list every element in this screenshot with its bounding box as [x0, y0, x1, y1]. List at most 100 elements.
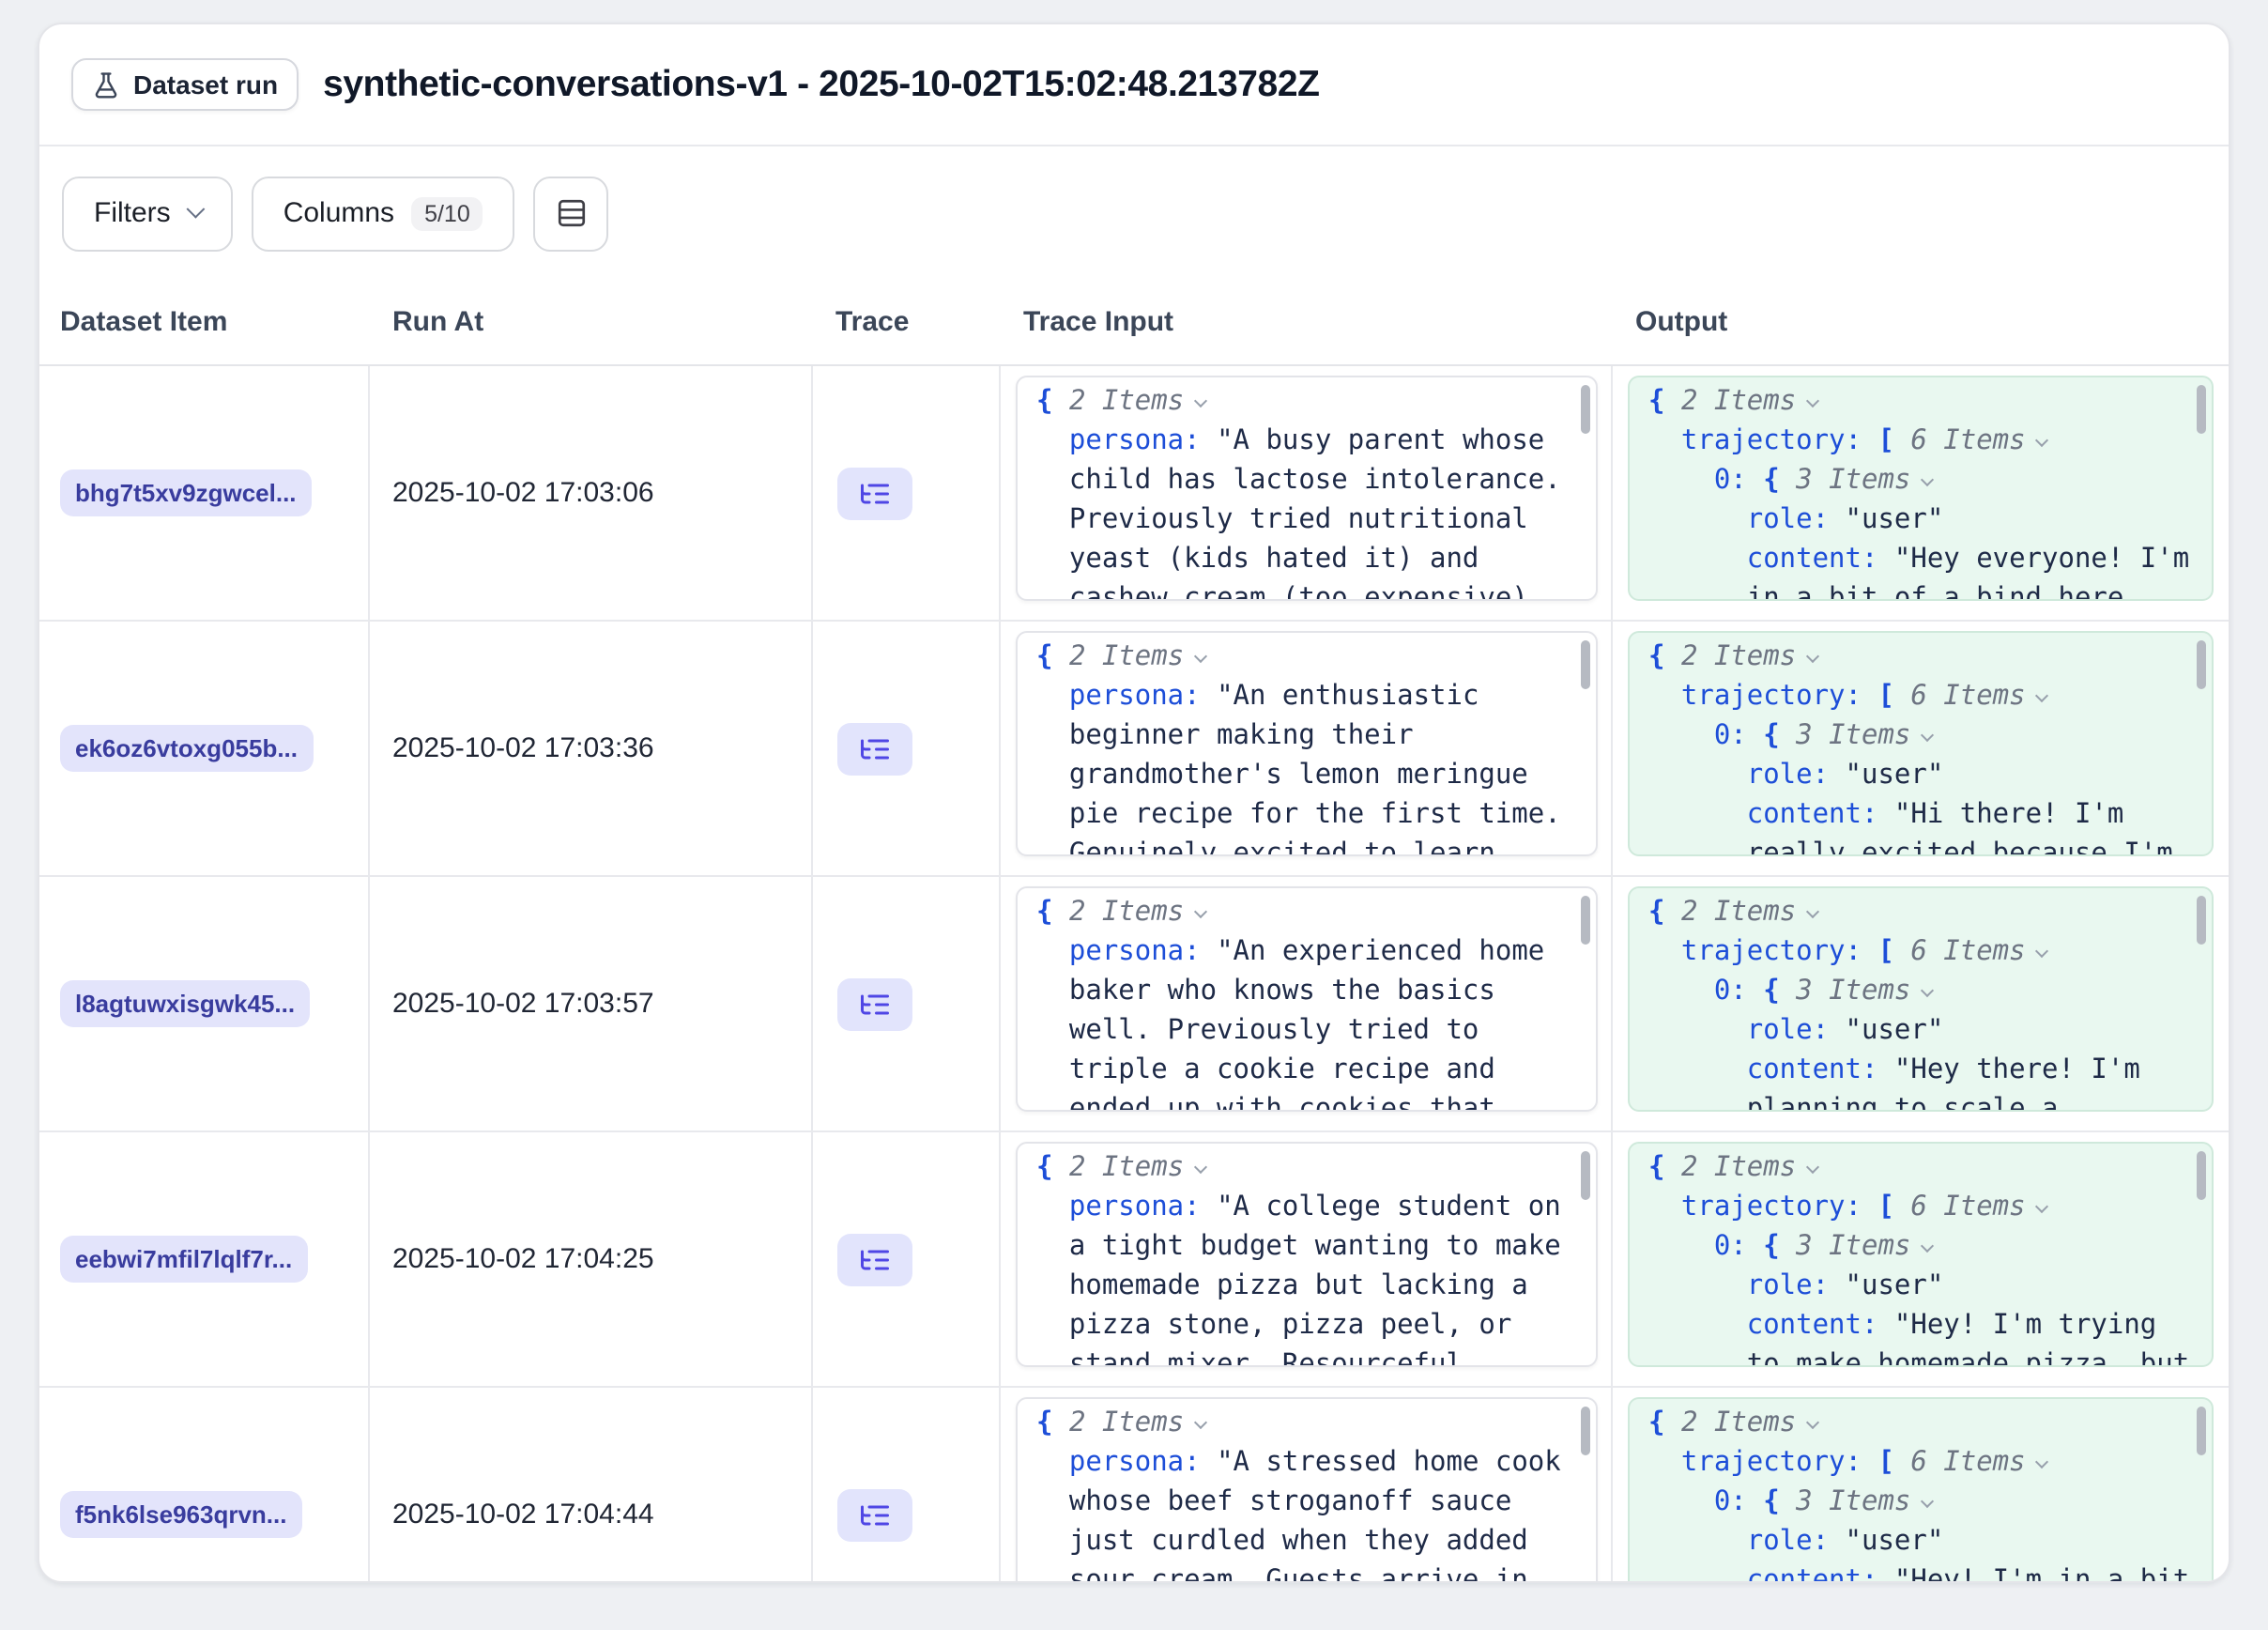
chevron-down-icon[interactable] [1193, 394, 1206, 408]
chevron-down-icon[interactable] [1920, 473, 1933, 486]
chevron-down-icon[interactable] [2035, 434, 2048, 447]
json-brace: { [1036, 642, 1052, 672]
scrollbar-thumb[interactable] [1581, 1151, 1590, 1200]
output-json-viewer[interactable]: { 2 Items trajectory: [ 6 Items 0: { 3 I… [1628, 1397, 2214, 1583]
json-items-count[interactable]: 2 Items [1069, 387, 1184, 417]
chevron-down-icon[interactable] [1805, 905, 1818, 918]
json-key: role: [1747, 1271, 1829, 1301]
trace-input-json-viewer[interactable]: { 2 Items persona: "A stressed home cook… [1016, 1397, 1598, 1583]
json-key: persona: [1069, 1192, 1201, 1222]
output-json-viewer[interactable]: { 2 Items trajectory: [ 6 Items 0: { 3 I… [1628, 1142, 2214, 1367]
output-json-viewer[interactable]: { 2 Items trajectory: [ 6 Items 0: { 3 I… [1628, 376, 2214, 601]
json-key: content: [1747, 1311, 1878, 1341]
chevron-down-icon[interactable] [1805, 1161, 1818, 1174]
json-brace: { [1036, 1153, 1052, 1183]
output-json-viewer[interactable]: { 2 Items trajectory: [ 6 Items 0: { 3 I… [1628, 886, 2214, 1112]
json-value: "user" [1846, 1271, 1944, 1301]
chevron-down-icon[interactable] [1193, 650, 1206, 663]
columns-button[interactable]: Columns 5/10 [252, 176, 515, 251]
chevron-down-icon[interactable] [1193, 905, 1206, 918]
scrollbar-thumb[interactable] [1581, 1407, 1590, 1455]
chevron-down-icon[interactable] [2035, 689, 2048, 702]
trace-input-json-viewer[interactable]: { 2 Items persona: "An enthusiastic begi… [1016, 631, 1598, 856]
json-items-count[interactable]: 3 Items [1796, 1487, 1910, 1517]
trace-input-json-viewer[interactable]: { 2 Items persona: "A college student on… [1016, 1142, 1598, 1367]
scrollbar-thumb[interactable] [2197, 385, 2206, 434]
json-items-count[interactable]: 6 Items [1910, 937, 2025, 967]
chevron-down-icon[interactable] [1805, 650, 1818, 663]
json-items-count[interactable]: 6 Items [1910, 682, 2025, 712]
json-brace: { [1036, 898, 1052, 928]
column-header-dataset-item: Dataset Item [39, 280, 370, 364]
json-items-count[interactable]: 6 Items [1910, 1192, 2025, 1222]
json-items-count[interactable]: 2 Items [1069, 1408, 1184, 1438]
json-items-count[interactable]: 2 Items [1681, 898, 1796, 928]
trace-button[interactable] [837, 467, 912, 519]
scrollbar-thumb[interactable] [2197, 1151, 2206, 1200]
scrollbar-thumb[interactable] [1581, 385, 1590, 434]
json-items-count[interactable]: 3 Items [1796, 721, 1910, 751]
run-at-value: 2025-10-02 17:04:25 [392, 1243, 654, 1275]
dataset-item-link[interactable]: ek6oz6vtoxg055b... [60, 725, 313, 772]
chevron-down-icon[interactable] [1193, 1416, 1206, 1429]
chevron-down-icon[interactable] [1805, 394, 1818, 408]
dataset-item-link[interactable]: bhg7t5xv9zgwcel... [60, 469, 312, 516]
json-items-count[interactable]: 2 Items [1681, 387, 1796, 417]
json-key: trajectory: [1681, 937, 1862, 967]
json-items-count[interactable]: 3 Items [1796, 466, 1910, 496]
run-at-value: 2025-10-02 17:03:36 [392, 732, 654, 764]
trace-input-json-viewer[interactable]: { 2 Items persona: "A busy parent whose … [1016, 376, 1598, 601]
chevron-down-icon[interactable] [2035, 1455, 2048, 1469]
table-row: ek6oz6vtoxg055b... 2025-10-02 17:03:36 {… [39, 622, 2229, 877]
row-height-button[interactable] [534, 176, 609, 251]
output-json-viewer[interactable]: { 2 Items trajectory: [ 6 Items 0: { 3 I… [1628, 631, 2214, 856]
scrollbar-thumb[interactable] [2197, 1407, 2206, 1455]
json-items-count[interactable]: 2 Items [1069, 642, 1184, 672]
json-items-count[interactable]: 2 Items [1681, 1408, 1796, 1438]
run-at-value: 2025-10-02 17:03:06 [392, 477, 654, 509]
json-items-count[interactable]: 2 Items [1069, 898, 1184, 928]
chevron-down-icon[interactable] [1920, 1495, 1933, 1508]
json-items-count[interactable]: 2 Items [1069, 1153, 1184, 1183]
trace-tree-icon [858, 1498, 892, 1531]
chevron-down-icon[interactable] [2035, 1200, 2048, 1213]
json-items-count[interactable]: 3 Items [1796, 976, 1910, 1007]
json-bracket: [ [1877, 1192, 1893, 1222]
scrollbar-thumb[interactable] [1581, 896, 1590, 945]
scrollbar-thumb[interactable] [2197, 640, 2206, 689]
json-items-count[interactable]: 6 Items [1910, 1448, 2025, 1478]
trace-tree-icon [858, 731, 892, 765]
column-header-output: Output [1613, 280, 2230, 364]
trace-button[interactable] [837, 1488, 912, 1541]
json-key: content: [1747, 545, 1878, 575]
chevron-down-icon[interactable] [1920, 984, 1933, 997]
trace-tree-icon [858, 1242, 892, 1276]
chevron-down-icon[interactable] [1920, 1239, 1933, 1253]
json-items-count[interactable]: 3 Items [1796, 1232, 1910, 1262]
chevron-down-icon[interactable] [1805, 1416, 1818, 1429]
json-value: "user" [1846, 1527, 1944, 1557]
trace-button[interactable] [837, 722, 912, 775]
json-bracket: [ [1877, 426, 1893, 456]
json-bracket: [ [1877, 1448, 1893, 1478]
dataset-item-link[interactable]: l8agtuwxisgwk45... [60, 980, 310, 1027]
dataset-item-link[interactable]: eebwi7mfil7lqlf7r... [60, 1236, 307, 1283]
json-items-count[interactable]: 2 Items [1681, 1153, 1796, 1183]
trace-button[interactable] [837, 1233, 912, 1285]
chevron-down-icon[interactable] [2035, 945, 2048, 958]
chevron-down-icon[interactable] [1920, 729, 1933, 742]
trace-input-json-viewer[interactable]: { 2 Items persona: "An experienced home … [1016, 886, 1598, 1112]
trace-button[interactable] [837, 977, 912, 1030]
json-key: 0: [1714, 721, 1747, 751]
table-header: Dataset Item Run At Trace Trace Input Ou… [39, 280, 2229, 366]
chevron-down-icon[interactable] [1193, 1161, 1206, 1174]
dataset-item-link[interactable]: f5nk6lse963qrvn... [60, 1491, 301, 1538]
json-key: persona: [1069, 426, 1201, 456]
filters-button[interactable]: Filters [62, 176, 233, 251]
json-brace: { [1763, 466, 1779, 496]
json-items-count[interactable]: 2 Items [1681, 642, 1796, 672]
scrollbar-thumb[interactable] [2197, 896, 2206, 945]
scrollbar-thumb[interactable] [1581, 640, 1590, 689]
json-brace: { [1763, 721, 1779, 751]
json-items-count[interactable]: 6 Items [1910, 426, 2025, 456]
